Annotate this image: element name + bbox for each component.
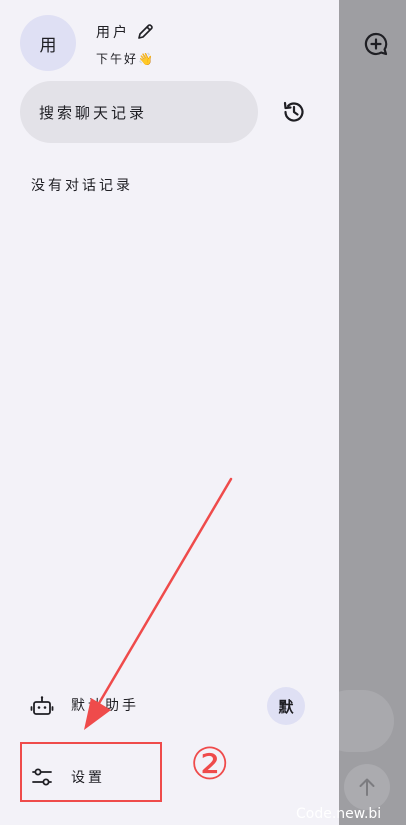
message-plus-icon [364, 32, 388, 56]
annotation-step-marker: ② [190, 739, 230, 790]
search-placeholder: 搜索聊天记录 [39, 103, 148, 122]
arrow-up-icon [359, 778, 375, 796]
greeting-text: 下午好👋 [96, 52, 155, 66]
assistant-avatar-badge: 默 [267, 687, 305, 725]
empty-history-message: 没有对话记录 [31, 178, 133, 194]
send-button[interactable] [344, 764, 390, 810]
default-assistant-label: 默认助手 [71, 698, 139, 714]
new-chat-button[interactable] [360, 28, 392, 60]
annotation-highlight-box [20, 742, 162, 802]
history-icon [283, 101, 304, 122]
avatar[interactable]: 用 [20, 15, 76, 71]
user-name: 用户 [96, 25, 130, 41]
user-name-row[interactable]: 用户 [96, 22, 154, 42]
assistant-badge-text: 默 [278, 697, 294, 716]
default-assistant-item[interactable]: 默认助手 默 [20, 686, 320, 726]
pencil-icon[interactable] [136, 23, 154, 41]
navigation-drawer: 用 用户 下午好👋 搜索聊天记录 没有对话记录 默认助手 默 设置 [0, 0, 339, 825]
watermark: Code.new.bi [296, 806, 382, 822]
history-button[interactable] [280, 98, 308, 126]
robot-icon [30, 696, 54, 715]
search-chat-history-input[interactable]: 搜索聊天记录 [20, 81, 258, 143]
avatar-text: 用 [39, 35, 57, 56]
